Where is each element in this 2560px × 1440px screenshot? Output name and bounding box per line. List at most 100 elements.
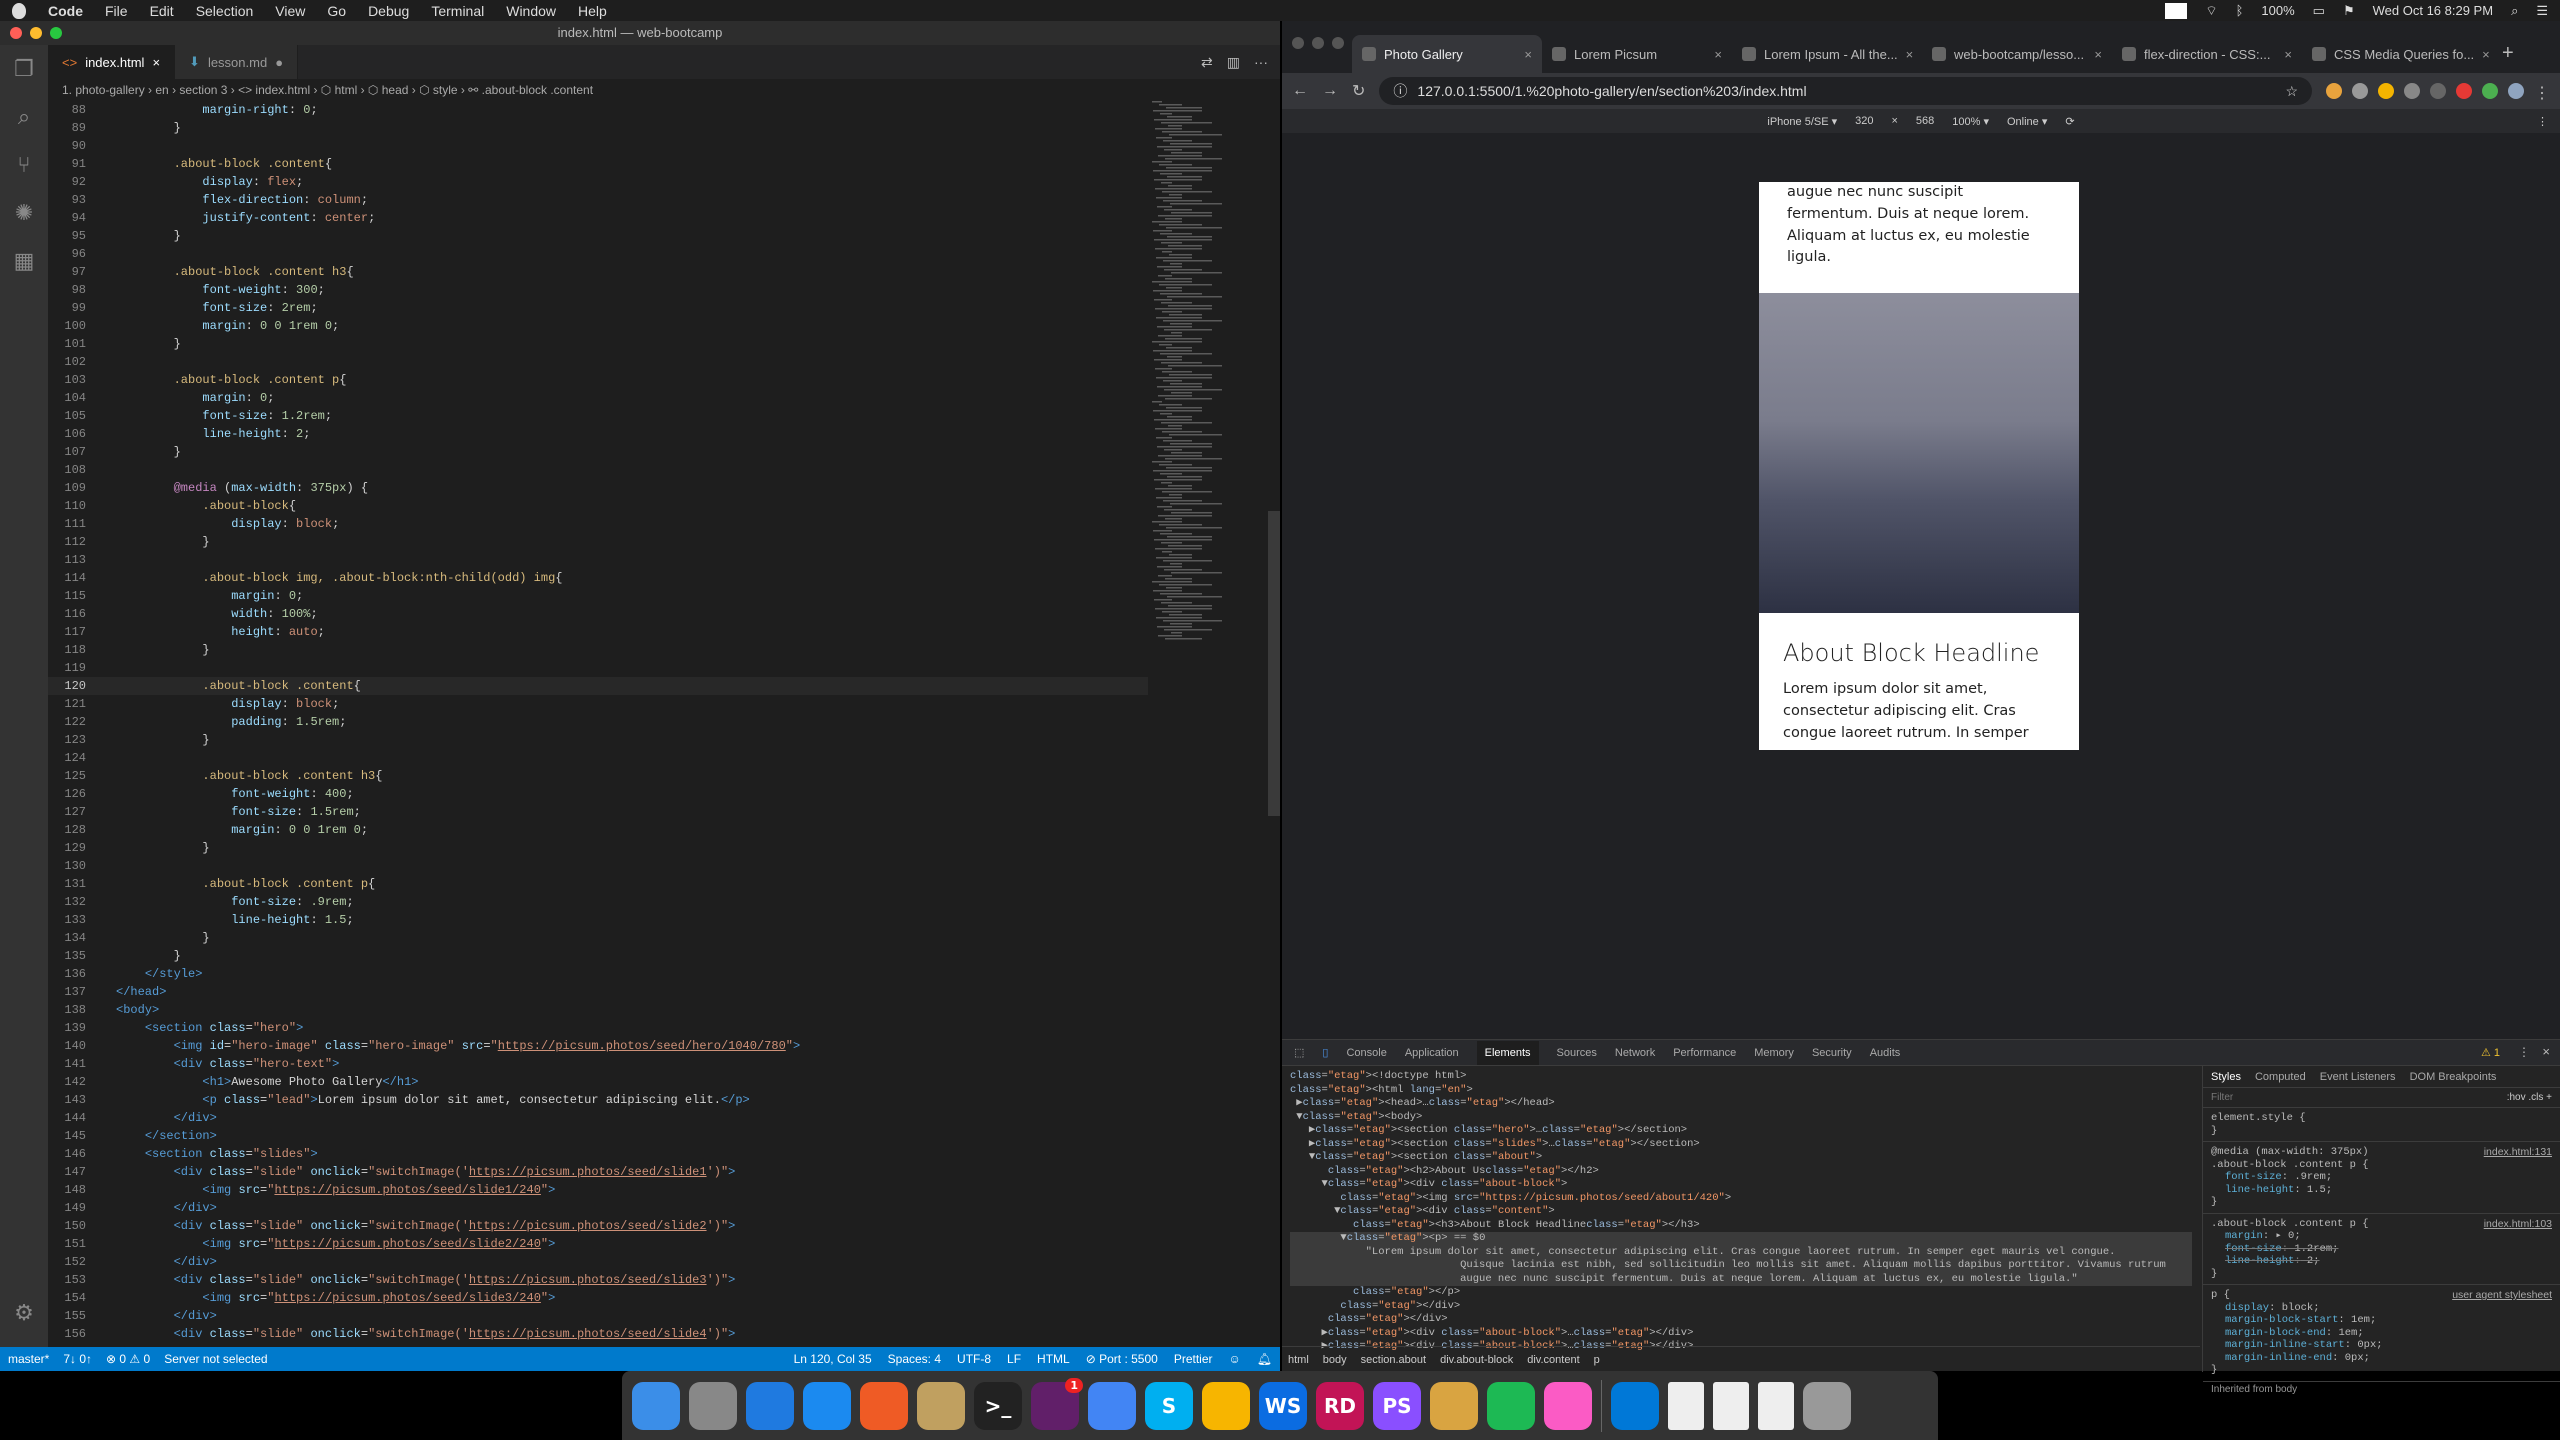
line-code[interactable]: height: auto;	[90, 623, 325, 641]
menu-help[interactable]: Help	[578, 3, 607, 19]
dom-node[interactable]: class="etag"><html lang="en">	[1290, 1084, 2192, 1098]
dom-node[interactable]: ▼class="etag"><section class="about">	[1290, 1151, 2192, 1165]
dom-node[interactable]: ▼class="etag"><body>	[1290, 1111, 2192, 1125]
close-tab-icon[interactable]: ×	[2482, 47, 2490, 62]
line-code[interactable]: font-weight: 300;	[90, 281, 324, 299]
dom-node[interactable]: ▼class="etag"><div class="about-block">	[1290, 1178, 2192, 1192]
sequel-icon[interactable]	[1430, 1381, 1478, 1430]
style-rule[interactable]: user agent stylesheet p {display: block; m…	[2203, 1285, 2560, 1382]
code-line[interactable]: 145 </section>	[48, 1127, 1148, 1145]
code-line[interactable]: 149 </div>	[48, 1199, 1148, 1217]
code-line[interactable]: 89 }	[48, 119, 1148, 137]
line-code[interactable]: <img src="https://picsum.photos/seed/sli…	[90, 1181, 555, 1199]
sketch-icon[interactable]	[1202, 1381, 1250, 1430]
search-icon[interactable]: ⌕	[2511, 3, 2518, 19]
style-property[interactable]: display: block;	[2211, 1302, 2552, 1315]
dom-node[interactable]: Quisque lacinia est nibh, sed sollicitud…	[1290, 1259, 2192, 1273]
styles-tab[interactable]: DOM Breakpoints	[2410, 1071, 2497, 1083]
style-property[interactable]: line-height: 1.5;	[2211, 1184, 2552, 1197]
code-line[interactable]: 156 <div class="slide" onclick="switchIm…	[48, 1325, 1148, 1343]
document-icon[interactable]	[1668, 1381, 1704, 1430]
devtools-tab-performance[interactable]: Performance	[1673, 1047, 1736, 1059]
line-ending[interactable]: LF	[1007, 1352, 1021, 1366]
code-line[interactable]: 137 </head>	[48, 983, 1148, 1001]
code-line[interactable]: 138 <body>	[48, 1001, 1148, 1019]
code-line[interactable]: 110 .about-block{	[48, 497, 1148, 515]
webstorm-icon[interactable]: WS	[1259, 1381, 1307, 1430]
code-line[interactable]: 114 .about-block img, .about-block:nth-c…	[48, 569, 1148, 587]
styles-tab[interactable]: Event Listeners	[2320, 1071, 2396, 1083]
apple-icon[interactable]	[12, 2, 26, 19]
line-code[interactable]: }	[90, 335, 181, 353]
live-server-port[interactable]: ⊘ Port : 5500	[1086, 1352, 1158, 1366]
editor-scrollbar[interactable]	[1268, 101, 1280, 1347]
extension-icon[interactable]	[2482, 83, 2498, 99]
search-icon[interactable]: ⌕	[0, 93, 48, 141]
elements-tree[interactable]: class="etag"><!doctype html> class="etag"…	[1282, 1066, 2200, 1350]
menu-terminal[interactable]: Terminal	[431, 3, 484, 19]
dom-node[interactable]: class="etag"><h3>About Block Headlinecla…	[1290, 1219, 2192, 1233]
dom-node[interactable]: class="etag"></p>	[1290, 1286, 2192, 1300]
trash-icon[interactable]	[1803, 1381, 1851, 1430]
code-line[interactable]: 119	[48, 659, 1148, 677]
style-property[interactable]: font-size: .9rem;	[2211, 1171, 2552, 1184]
line-code[interactable]: </head>	[90, 983, 166, 1001]
menu-view[interactable]: View	[275, 3, 305, 19]
line-code[interactable]: <section class="hero">	[90, 1019, 303, 1037]
zoom-select[interactable]: 100% ▾	[1952, 115, 1989, 128]
code-line[interactable]: 94 justify-content: center;	[48, 209, 1148, 227]
style-property[interactable]: font-size: 1.2rem;	[2211, 1243, 2552, 1256]
line-code[interactable]: </div>	[90, 1109, 217, 1127]
code-line[interactable]: 88 margin-right: 0;	[48, 101, 1148, 119]
line-code[interactable]: <img src="https://picsum.photos/seed/sli…	[90, 1235, 555, 1253]
code-line[interactable]: 125 .about-block .content h3{	[48, 767, 1148, 785]
style-property[interactable]: line-height: 2;	[2211, 1255, 2552, 1268]
battery-icon[interactable]: ▭	[2313, 3, 2325, 19]
line-code[interactable]: font-size: 1.5rem;	[90, 803, 361, 821]
line-code[interactable]: <div class="slide" onclick="switchImage(…	[90, 1271, 736, 1289]
dom-node[interactable]: "Lorem ipsum dolor sit amet, consectetur…	[1290, 1245, 2192, 1259]
line-code[interactable]: <img src="https://picsum.photos/seed/sli…	[90, 1289, 555, 1307]
dom-node[interactable]: class="etag"><h2>About Usclass="etag"></…	[1290, 1165, 2192, 1179]
devtools-tab-elements[interactable]: Elements	[1476, 1040, 1539, 1065]
code-line[interactable]: 98 font-weight: 300;	[48, 281, 1148, 299]
code-line[interactable]: 144 </div>	[48, 1109, 1148, 1127]
dom-path-item[interactable]: p	[1594, 1354, 1600, 1366]
line-code[interactable]	[90, 461, 116, 479]
dom-node[interactable]: ▼class="etag"><p> == $0	[1290, 1232, 2192, 1246]
mongo-icon[interactable]	[917, 1381, 965, 1430]
info-icon[interactable]: ⓘ	[1393, 81, 1407, 101]
close-tab-icon[interactable]: ×	[1524, 47, 1532, 62]
code-line[interactable]: 96	[48, 245, 1148, 263]
code-line[interactable]: 154 <img src="https://picsum.photos/seed…	[48, 1289, 1148, 1307]
code-line[interactable]: 150 <div class="slide" onclick="switchIm…	[48, 1217, 1148, 1235]
phpstorm-icon[interactable]: PS	[1373, 1381, 1421, 1430]
line-code[interactable]: <div class="slide" onclick="switchImage(…	[90, 1217, 736, 1235]
close-window-button[interactable]	[10, 27, 22, 39]
code-line[interactable]: 131 .about-block .content p{	[48, 875, 1148, 893]
devtools-tab-security[interactable]: Security	[1812, 1047, 1852, 1059]
dom-node[interactable]: ▶class="etag"><head>…class="etag"></head…	[1290, 1097, 2192, 1111]
menu-list-icon[interactable]: ☰	[2536, 3, 2548, 19]
line-code[interactable]	[90, 659, 116, 677]
warning-count[interactable]: ⚠ 1	[2481, 1046, 2500, 1059]
menu-go[interactable]: Go	[327, 3, 346, 19]
code-line[interactable]: 93 flex-direction: column;	[48, 191, 1148, 209]
dom-node[interactable]: ▶class="etag"><section class="slides">…c…	[1290, 1138, 2192, 1152]
dom-node[interactable]: ▶class="etag"><section class="hero">…cla…	[1290, 1124, 2192, 1138]
scroll-thumb[interactable]	[1268, 511, 1280, 816]
breadcrumb[interactable]: 1. photo-gallery › en › section 3 › <> i…	[48, 79, 1280, 101]
url-text[interactable]: 127.0.0.1:5500/1.%20photo-gallery/en/sec…	[1417, 83, 1806, 99]
line-code[interactable]: font-size: 2rem;	[90, 299, 317, 317]
inspect-icon[interactable]: ⬚	[1294, 1046, 1304, 1059]
code-line[interactable]: 115 margin: 0;	[48, 587, 1148, 605]
line-code[interactable]: font-size: .9rem;	[90, 893, 353, 911]
code-line[interactable]: 127 font-size: 1.5rem;	[48, 803, 1148, 821]
device-height[interactable]: 568	[1916, 115, 1934, 127]
code-line[interactable]: 104 margin: 0;	[48, 389, 1148, 407]
debug-icon[interactable]: ✺	[0, 189, 48, 237]
extension-icon[interactable]	[2456, 83, 2472, 99]
line-code[interactable]: <section class="slides">	[90, 1145, 318, 1163]
devtools-tab-application[interactable]: Application	[1405, 1047, 1459, 1059]
code-line[interactable]: 146 <section class="slides">	[48, 1145, 1148, 1163]
